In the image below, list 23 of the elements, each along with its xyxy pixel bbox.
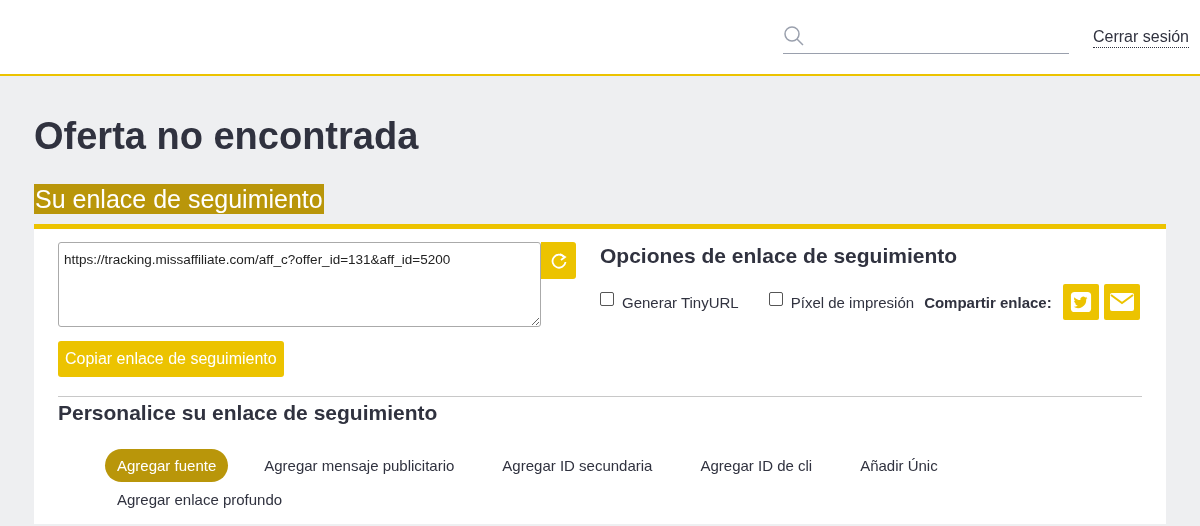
checkbox[interactable] <box>600 292 614 306</box>
twitter-button[interactable] <box>1062 284 1099 320</box>
page-title: Oferta no encontrada <box>34 114 420 158</box>
search-icon <box>782 24 805 47</box>
tab[interactable]: Agregar mensaje publicitario <box>252 449 467 482</box>
tab[interactable]: Agregar ID de cli <box>688 449 825 482</box>
share-label: Compartir enlace: <box>924 293 1052 311</box>
bird-icon <box>1069 291 1092 313</box>
refresh-button[interactable] <box>541 242 576 279</box>
search-field[interactable] <box>782 24 1069 54</box>
checkbox[interactable] <box>768 292 783 306</box>
options-title: Opciones de enlace de seguimiento <box>600 244 959 268</box>
section-title: Su enlace de seguimiento <box>34 184 324 214</box>
tab[interactable]: Agregar ID secundaria <box>490 449 665 482</box>
email-button[interactable] <box>1103 284 1140 320</box>
checkbox-label: Generar TinyURL <box>622 293 739 311</box>
checkbox-label: Píxel de impresión <box>790 293 915 311</box>
tracking-link-field[interactable]: https://tracking.missaffiliate.com/aff_c?offer_id=131&aff_id=5200 <box>58 242 542 327</box>
customize-title: Personalice su enlace de seguimiento <box>58 401 439 425</box>
tab[interactable]: Añadir Únic <box>848 449 950 482</box>
tab[interactable]: Agregar enlace profundo <box>105 483 295 516</box>
logout-link[interactable]: Cerrar sesión <box>1092 28 1189 48</box>
envelope-icon <box>1108 292 1135 312</box>
